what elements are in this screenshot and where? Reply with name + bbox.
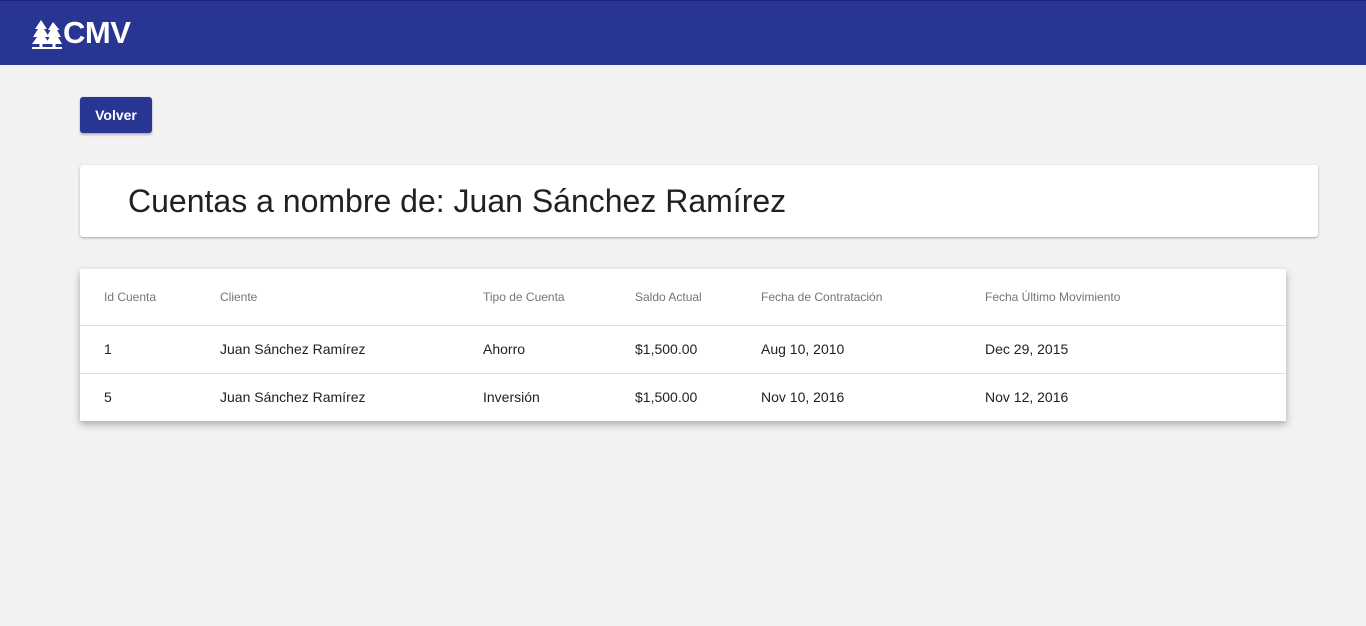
cell-fecha-contratacion: Aug 10, 2010 — [761, 325, 985, 374]
table-row[interactable]: 5 Juan Sánchez Ramírez Inversión $1,500.… — [80, 373, 1286, 421]
cell-saldo-actual: $1,500.00 — [635, 325, 761, 374]
cell-tipo-cuenta: Inversión — [483, 389, 540, 406]
table-header-row: Id Cuenta Cliente Tipo de Cuenta Saldo A… — [80, 269, 1286, 326]
header-fecha-ultimo-movimiento[interactable]: Fecha Último Movimiento — [985, 269, 1286, 326]
back-button[interactable]: Volver — [80, 97, 152, 133]
accounts-table-card: Id Cuenta Cliente Tipo de Cuenta Saldo A… — [80, 269, 1286, 421]
page-title: Cuentas a nombre de: Juan Sánchez Ramíre… — [128, 183, 787, 219]
header-id-cuenta[interactable]: Id Cuenta — [80, 269, 220, 326]
cell-id-cuenta: 5 — [104, 389, 112, 406]
cell-fecha-ultimo-movimiento: Dec 29, 2015 — [985, 325, 1286, 374]
header-tipo-cuenta[interactable]: Tipo de Cuenta — [483, 269, 635, 326]
cell-tipo-cuenta: Ahorro — [483, 325, 635, 374]
cell-id-cuenta: 1 — [80, 325, 220, 374]
app-header: CMV — [0, 0, 1366, 65]
accounts-table: Id Cuenta Cliente Tipo de Cuenta Saldo A… — [80, 269, 1286, 421]
table-row[interactable]: 1 Juan Sánchez Ramírez Ahorro $1,500.00 … — [80, 325, 1286, 374]
cell-saldo-actual: $1,500.00 — [635, 389, 698, 406]
title-card: Cuentas a nombre de: Juan Sánchez Ramíre… — [80, 165, 1318, 237]
header-fecha-contratacion[interactable]: Fecha de Contratación — [761, 269, 985, 326]
cell-cliente: Juan Sánchez Ramírez — [220, 325, 483, 374]
brand-name: CMV — [63, 15, 131, 50]
cell-fecha-contratacion: Nov 10, 2016 — [761, 389, 845, 406]
cell-cliente: Juan Sánchez Ramírez — [220, 389, 366, 406]
header-saldo-actual[interactable]: Saldo Actual — [635, 269, 761, 326]
cell-fecha-ultimo-movimiento: Nov 12, 2016 — [985, 389, 1069, 406]
pine-trees-icon — [32, 20, 62, 49]
header-cliente[interactable]: Cliente — [220, 269, 483, 326]
brand-logo[interactable]: CMV — [32, 15, 131, 51]
